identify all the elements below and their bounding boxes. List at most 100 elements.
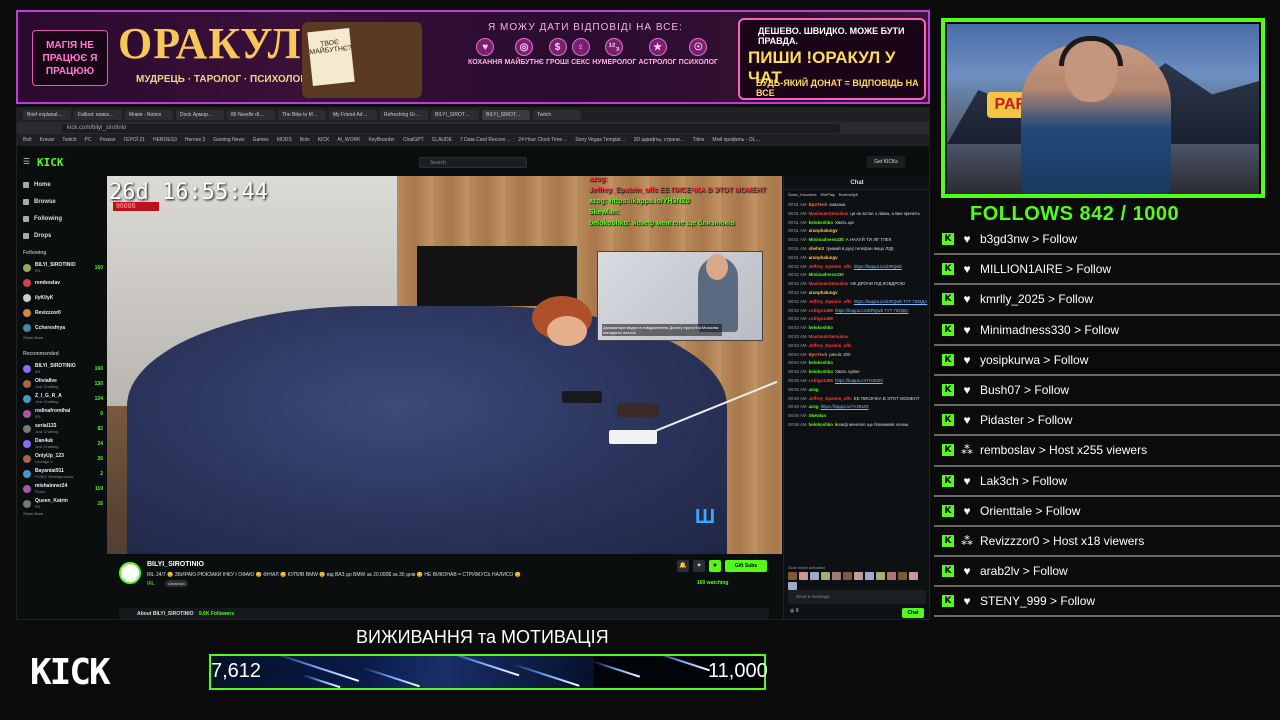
sidebar-nav-item[interactable]: Following [17,210,107,227]
sidebar-nav-item[interactable]: Home [17,176,107,193]
bookmark-item[interactable]: ChatGPT [403,137,424,143]
stream-category[interactable]: IRL [147,581,155,587]
message-user[interactable]: Minimadness330 [809,237,844,242]
bookmark-item[interactable]: Bots [300,137,310,143]
bookmark-item[interactable]: Heroes 3 [185,137,205,143]
emote-icon[interactable] [810,572,819,580]
bookmark-item[interactable]: Bolt [23,137,32,143]
sidebar-channel[interactable]: remboslav [17,275,107,290]
browser-tab[interactable]: 86 Needle dl… [227,110,275,120]
browser-tab[interactable]: Dock Армор… [176,110,224,120]
bookmark-item[interactable]: Розкол [99,137,115,143]
bookmark-item[interactable]: Gaming News [213,137,244,143]
bookmark-item[interactable]: PC [85,137,92,143]
pinned-user[interactable]: Sonic_Knuckles [788,192,816,197]
sidebar-channel[interactable]: BILYI_SIROTINIO IRL 160 [17,260,107,275]
message-user[interactable]: chehn3 [809,246,824,251]
message-text[interactable]: https://kappa.io/obRQwb [854,264,902,269]
search-input[interactable]: Search [419,157,527,168]
browser-tab[interactable]: Fallout: новоє… [74,110,122,120]
browser-tab[interactable]: Twitch [533,110,581,120]
sidebar-channel[interactable]: ilyKilyK [17,290,107,305]
emote-icon[interactable] [854,572,863,580]
bookmark-item[interactable]: ГЕРОЇ 21 [123,137,145,143]
pinned-user[interactable]: BoredellyK [839,192,858,197]
sidebar-channel[interactable]: OnlyUp_123 Lineage II 26 [17,451,107,466]
emote-icon[interactable] [887,572,896,580]
bookmark-item[interactable]: HEROES3 [153,137,177,143]
browser-tab[interactable]: The Bike to M… [278,110,326,120]
message-text[interactable]: https://kappa.io/YH3NZ0 [835,378,883,383]
sidebar-channel[interactable]: BILYI_SIROTINIO IRL 160 [17,361,107,376]
message-user[interactable]: azog [809,387,819,392]
bookmark-item[interactable]: 24 Hour Clock Time… [518,137,567,143]
browser-tab[interactable]: BILYI_SIROT… [431,110,479,120]
sidebar-channel[interactable]: Dan4uk Just Chatting 24 [17,436,107,451]
bookmark-item[interactable]: Kravar [40,137,55,143]
message-user[interactable]: MaximumSemukov [809,281,849,286]
sidebar-channel[interactable]: Ccheresfnya [17,320,107,335]
sidebar-channel[interactable]: Olivia8ve Just Chatting 130 [17,376,107,391]
bookmark-item[interactable]: AI_WORK [337,137,360,143]
notification-bell-icon[interactable]: 🔔 [677,560,689,572]
kick-logo[interactable]: KICK [37,156,64,169]
bookmark-item[interactable]: 3D шрифты, страни… [634,137,685,143]
stream-language-tag[interactable]: Ukrainian [165,580,188,587]
sidebar-channel[interactable]: Z_I_G_R_A Just Chatting 134 [17,391,107,406]
emote-icon[interactable] [876,572,885,580]
message-user[interactable]: Skewlan [809,413,827,418]
message-user[interactable]: belokoshko [809,220,833,225]
message-user[interactable]: Jeffrey_Epstein_offc [809,396,852,401]
emote-icon[interactable] [832,572,841,580]
heart-icon[interactable]: ♥ [693,560,705,572]
bookmark-item[interactable]: CLAUDE [432,137,452,143]
chat-send-button[interactable]: Chat [902,608,924,618]
bookmark-item[interactable]: 7 Data Card Recove… [460,137,510,143]
message-user[interactable]: Letitgo1489 [809,316,833,321]
bookmark-item[interactable]: KeyBoarder [368,137,394,143]
bookmark-item[interactable]: Мой профиль - OL… [712,137,760,143]
get-kicks-button[interactable]: Get KICKs [867,156,905,168]
message-user[interactable]: belokoshko [809,422,833,427]
message-text[interactable]: https://kappa.io/YH3NZ0 [821,404,869,409]
message-user[interactable]: Jeffrey_Epstein_offc [809,264,852,269]
pinned-user[interactable]: ElinPlay [820,192,834,197]
sidebar-channel[interactable]: Revizzzor0 [17,305,107,320]
message-user[interactable]: Minimadness330 [809,272,844,277]
sidebar-nav-item[interactable]: Drops [17,227,107,244]
url-field[interactable]: kick.com/bilyi_sirotinio [61,124,841,133]
streamer-avatar[interactable] [119,562,141,584]
browser-tab[interactable]: My Friend Ad… [329,110,377,120]
message-user[interactable]: belokoshko [809,369,833,374]
sidebar-channel[interactable]: mishainner24 Poker 119 [17,481,107,496]
message-user[interactable]: belokoshko [809,325,833,330]
show-more-link[interactable]: Show More [17,511,107,521]
browser-tab[interactable]: Мовія - Notion [125,110,173,120]
message-user[interactable]: MaximumSemukov [809,334,849,339]
sidebar-channel[interactable]: Queen_Katrin IRL 16 [17,496,107,511]
message-text[interactable]: https://kappa.io/obRQwb ТУТ ПИЗДА [854,299,928,304]
message-user[interactable]: Jeffrey_Epstein_offc [809,343,852,348]
bookmark-item[interactable]: Games [253,137,269,143]
follow-button[interactable]: ★ [709,560,721,572]
bookmark-item[interactable]: MODS [277,137,292,143]
streamer-name[interactable]: BILYI_SIROTINIO [147,561,204,568]
message-user[interactable]: MaximumSemukov [809,211,849,216]
show-more-link[interactable]: Show More [17,335,107,345]
sidebar-channel[interactable]: rodinafromthai IRL 0 [17,406,107,421]
bookmark-item[interactable]: Twitch [62,137,76,143]
browser-tab[interactable]: Brief explanat… [23,110,71,120]
bookmark-item[interactable]: KICK [318,137,330,143]
emote-icon[interactable] [788,582,797,590]
sidebar-channel[interactable]: Bayaniat911 PUBG: Battlegrounds 2 [17,466,107,481]
message-user[interactable]: azog [809,404,819,409]
emote-icon[interactable] [799,572,808,580]
message-user[interactable]: BpoTeuh [809,352,828,357]
message-user[interactable]: arunphalungv [809,228,838,233]
emote-icon[interactable] [843,572,852,580]
chat-input[interactable]: Send a message [788,590,926,604]
message-user[interactable]: arunphalungv [809,255,838,260]
emote-icon[interactable] [788,572,797,580]
message-user[interactable]: Letitgo1489 [809,378,833,383]
emote-icon[interactable] [821,572,830,580]
